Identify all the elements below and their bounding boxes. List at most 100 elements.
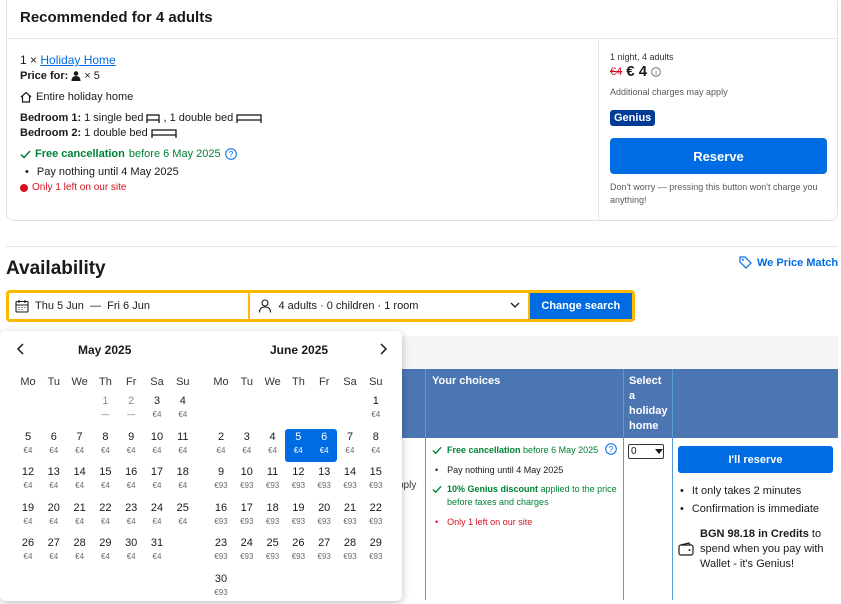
day-price: €4 [126, 516, 136, 526]
price-match-link[interactable]: We Price Match [739, 256, 838, 269]
date-picker-field[interactable]: Thu 5 Jun — Fri 6 Jun [9, 293, 249, 319]
info-icon[interactable]: ? [224, 148, 237, 160]
checkmark-icon [432, 485, 442, 494]
calendar-day[interactable]: 7 €4 [337, 429, 363, 462]
divider [6, 246, 838, 247]
guests-field[interactable]: 4 adults · 0 children · 1 room [250, 293, 528, 319]
bullet: • [435, 465, 439, 475]
chevron-left-icon[interactable] [16, 343, 26, 355]
calendar-day[interactable]: 4 €4 [260, 429, 286, 462]
calendar-day[interactable]: 5 €4 [15, 429, 41, 462]
room-name-link[interactable]: Holiday Home [40, 53, 115, 67]
calendar-day[interactable]: 27 €4 [41, 535, 67, 568]
day-price: €93 [265, 516, 280, 526]
calendar-day[interactable]: 4 €4 [170, 393, 196, 426]
calendar-day[interactable]: 24 €4 [144, 500, 170, 533]
day-price: — [127, 410, 136, 419]
calendar-day[interactable]: 16 €4 [118, 464, 144, 497]
calendar-day[interactable]: 21 €4 [67, 500, 93, 533]
calendar-day[interactable]: 12 €93 [285, 464, 311, 497]
calendar-day[interactable]: 3 €4 [234, 429, 260, 462]
day-number: 2 [128, 395, 135, 407]
calendar-day[interactable]: 31 €4 [144, 535, 170, 568]
calendar-day[interactable]: 6 €4 [41, 429, 67, 462]
day-price: €93 [291, 552, 306, 561]
calendar-day[interactable]: 20 €93 [311, 500, 337, 533]
info-icon[interactable]: ? [605, 443, 617, 455]
bedroom-2-text: 1 double bed [84, 127, 148, 139]
day-price: €4 [319, 445, 329, 455]
change-search-button[interactable]: Change search [529, 293, 632, 319]
calendar-day[interactable]: 29 €93 [363, 535, 389, 568]
ill-reserve-button[interactable]: I'll reserve [678, 446, 833, 473]
calendar-day[interactable]: 12 €4 [15, 464, 41, 497]
calendar-day[interactable]: 10 €93 [234, 464, 260, 497]
calendar-day[interactable]: 13 €4 [41, 464, 67, 497]
calendar-day[interactable]: 15 €4 [92, 464, 118, 497]
calendar-day[interactable]: 23 €4 [118, 500, 144, 533]
calendar-day[interactable]: 26 €93 [285, 535, 311, 568]
calendar-day[interactable]: 9 €4 [118, 429, 144, 462]
calendar-day[interactable]: 25 €4 [170, 500, 196, 533]
calendar-day[interactable]: 14 €93 [337, 464, 363, 497]
weekday-label: We [71, 376, 88, 388]
calendar-day[interactable]: 9 €93 [208, 464, 234, 497]
calendar-day[interactable]: 19 €93 [285, 500, 311, 533]
day-price: €93 [317, 481, 331, 490]
calendar-day[interactable]: 30 €4 [118, 535, 144, 568]
calendar-day[interactable]: 11 €93 [260, 464, 286, 497]
calendar-day[interactable]: 22 €4 [92, 500, 118, 533]
calendar-day[interactable]: 18 €93 [260, 500, 286, 533]
reserve-button[interactable]: Reserve [610, 138, 827, 174]
day-price: €93 [214, 481, 228, 490]
calendar-day[interactable]: 23 €93 [208, 535, 234, 568]
bullet: • [435, 517, 439, 527]
calendar-day[interactable]: 17 €93 [234, 500, 260, 533]
entire-home-label: Entire holiday home [36, 91, 134, 103]
calendar-day[interactable]: 25 €93 [260, 535, 286, 568]
calendar-day[interactable]: 8 €4 [363, 429, 389, 462]
calendar-day[interactable]: 29 €4 [92, 535, 118, 568]
calendar-day[interactable]: 30 €93 [208, 571, 234, 604]
current-price: € 4 [626, 63, 648, 80]
calendar-day[interactable]: 15 €93 [363, 464, 389, 497]
svg-text:?: ? [228, 150, 233, 159]
wallet-icon [678, 542, 694, 556]
bedroom-1: Bedroom 1: 1 single bed , 1 double bed [20, 112, 262, 124]
day-number: 30 [214, 572, 228, 585]
calendar-day[interactable]: 2 €4 [208, 429, 234, 462]
calendar-day[interactable]: 17 €4 [144, 464, 170, 497]
calendar-day[interactable]: 18 €4 [170, 464, 196, 497]
calendar-day[interactable]: 28 €4 [67, 535, 93, 568]
day-price: €4 [100, 552, 110, 561]
calendar-day[interactable]: 19 €4 [15, 500, 41, 533]
calendar-day[interactable]: 13 €93 [311, 464, 337, 497]
calendar-day[interactable]: 3 €4 [144, 393, 170, 426]
chevron-right-icon[interactable] [378, 343, 388, 355]
room-quantity-select[interactable]: 0 [628, 444, 664, 459]
calendar-day[interactable]: 14 €4 [67, 464, 93, 497]
calendar-day[interactable]: 11 €4 [170, 429, 196, 462]
calendar-day[interactable]: 5 €4 [285, 428, 312, 462]
calendar-day[interactable]: 20 €4 [41, 500, 67, 533]
info-icon[interactable]: i [651, 66, 661, 77]
calendar-day[interactable]: 7 €4 [67, 429, 93, 462]
calendar-day[interactable]: 16 €93 [208, 500, 234, 533]
calendar-day[interactable]: 26 €4 [15, 535, 41, 568]
calendar-day[interactable]: 1 €4 [363, 393, 389, 426]
calendar-day[interactable]: 6 €4 [311, 428, 338, 462]
calendar-day[interactable]: 27 €93 [311, 535, 337, 568]
svg-text:?: ? [609, 445, 614, 454]
day-price: €4 [178, 516, 188, 526]
calendar-day[interactable]: 28 €93 [337, 535, 363, 568]
weekday-label: Tu [240, 376, 254, 388]
date-picker-popup: May 2025 June 2025 Mo Tu We Th Fr Sa Su 1—2—3 €4… [0, 331, 402, 601]
calendar-day[interactable]: 8 €4 [92, 429, 118, 462]
calendar-day[interactable]: 24 €93 [234, 535, 260, 568]
calendar-day[interactable]: 22 €93 [363, 500, 389, 533]
day-number: 29 [99, 537, 112, 549]
tag-icon [739, 256, 752, 269]
calendar-day[interactable]: 21 €93 [337, 500, 363, 533]
day-number: 7 [346, 430, 354, 443]
calendar-day[interactable]: 10 €4 [144, 429, 170, 462]
